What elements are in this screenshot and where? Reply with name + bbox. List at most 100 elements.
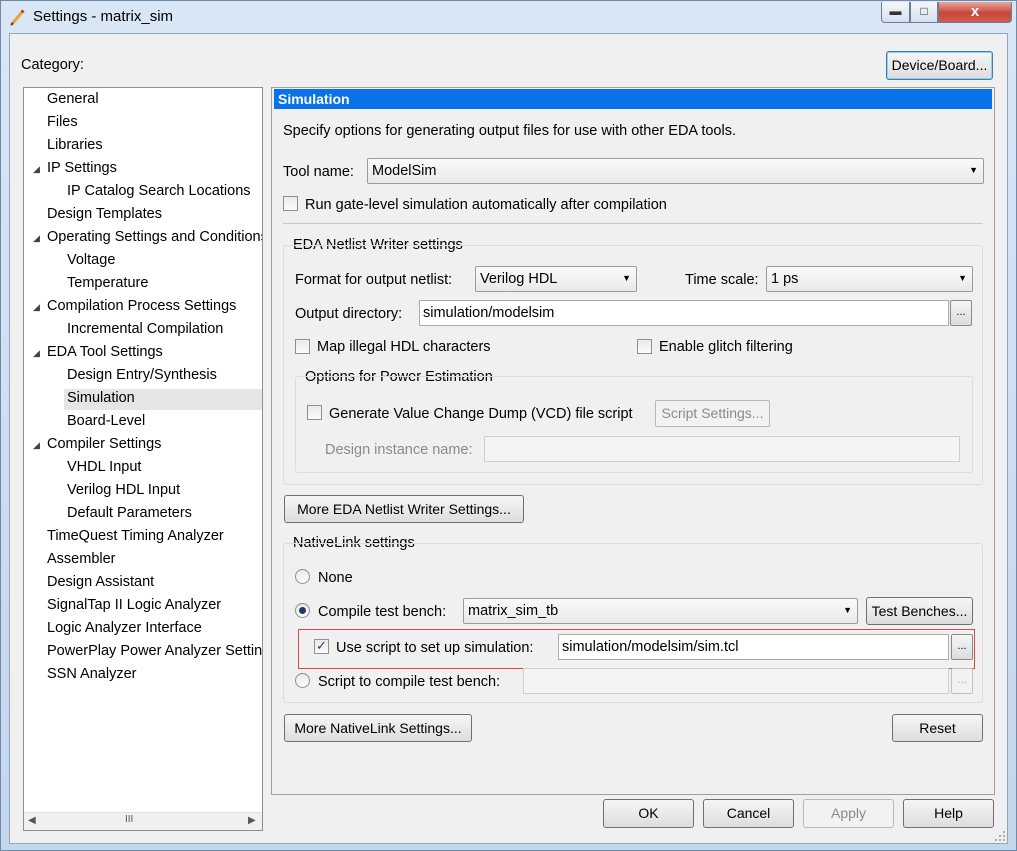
apply-button[interactable]: Apply bbox=[803, 799, 894, 828]
output-dir-input[interactable]: simulation/modelsim bbox=[419, 300, 949, 326]
tree-item[interactable]: Operating Settings and Conditions bbox=[47, 229, 262, 245]
tree-item[interactable]: Voltage bbox=[67, 252, 115, 268]
use-script-browse-button[interactable]: ... bbox=[951, 634, 973, 660]
use-script-label: Use script to set up simulation: bbox=[336, 640, 534, 656]
scroll-right-icon[interactable]: ▶ bbox=[248, 815, 256, 826]
tree-item[interactable]: Libraries bbox=[47, 137, 103, 153]
title-bar[interactable]: Settings - matrix_sim ▬ □ x bbox=[1, 1, 1016, 33]
tree-item[interactable]: IP Settings bbox=[47, 160, 117, 176]
tree-item[interactable]: Design Templates bbox=[47, 206, 162, 222]
tree-item[interactable]: Default Parameters bbox=[67, 505, 192, 521]
test-benches-button[interactable]: Test Benches... bbox=[866, 597, 973, 625]
category-label: Category: bbox=[21, 57, 84, 73]
use-script-input[interactable]: simulation/modelsim/sim.tcl bbox=[558, 634, 949, 660]
window-title: Settings - matrix_sim bbox=[33, 8, 174, 25]
category-tree[interactable]: General Files Libraries ◢ IP Settings IP Cata… bbox=[23, 87, 263, 831]
vcd-checkbox[interactable] bbox=[307, 405, 322, 420]
tree-item[interactable]: Files bbox=[47, 114, 78, 130]
simulation-panel: Simulation Specify options for generatin… bbox=[271, 87, 995, 795]
tree-item[interactable]: EDA Tool Settings bbox=[47, 344, 163, 360]
script-compile-input[interactable] bbox=[523, 668, 949, 694]
output-dir-label: Output directory: bbox=[295, 306, 403, 322]
more-netlist-settings-button[interactable]: More EDA Netlist Writer Settings... bbox=[284, 495, 524, 523]
tree-item[interactable]: SignalTap II Logic Analyzer bbox=[47, 597, 221, 613]
scroll-thumb[interactable]: III bbox=[125, 814, 133, 825]
compile-tb-radio[interactable] bbox=[295, 603, 310, 618]
help-button[interactable]: Help bbox=[903, 799, 994, 828]
tree-item[interactable]: Logic Analyzer Interface bbox=[47, 620, 202, 636]
tree-item[interactable]: PowerPlay Power Analyzer Settings bbox=[47, 643, 262, 659]
design-instance-input[interactable] bbox=[484, 436, 960, 462]
tool-name-value: ModelSim bbox=[372, 163, 437, 179]
output-dir-browse-button[interactable]: ... bbox=[950, 300, 972, 326]
tree-item[interactable]: TimeQuest Timing Analyzer bbox=[47, 528, 224, 544]
chevron-down-icon: ▼ bbox=[958, 273, 967, 283]
expand-arrow-icon[interactable]: ◢ bbox=[33, 440, 40, 451]
tool-name-label: Tool name: bbox=[283, 164, 354, 180]
maximize-button[interactable]: □ bbox=[910, 2, 938, 23]
script-compile-radio[interactable] bbox=[295, 673, 310, 688]
minimize-icon: ▬ bbox=[889, 4, 902, 18]
expand-arrow-icon[interactable]: ◢ bbox=[33, 164, 40, 175]
glitch-filter-checkbox[interactable] bbox=[637, 339, 652, 354]
tree-item[interactable]: Simulation bbox=[67, 390, 135, 406]
dialog-body: Category: Device/Board... General Files Li… bbox=[9, 33, 1008, 844]
scroll-left-icon[interactable]: ◀ bbox=[28, 815, 36, 826]
ok-button[interactable]: OK bbox=[603, 799, 694, 828]
compile-tb-select[interactable]: matrix_sim_tb ▼ bbox=[463, 598, 858, 624]
close-icon: x bbox=[970, 3, 980, 20]
tree-item[interactable]: Board-Level bbox=[67, 413, 145, 429]
more-nativelink-settings-button[interactable]: More NativeLink Settings... bbox=[284, 714, 472, 742]
expand-arrow-icon[interactable]: ◢ bbox=[33, 233, 40, 244]
tree-item[interactable]: Compilation Process Settings bbox=[47, 298, 236, 314]
run-gate-level-checkbox[interactable] bbox=[283, 196, 298, 211]
map-illegal-checkbox[interactable] bbox=[295, 339, 310, 354]
resize-grip-icon[interactable] bbox=[994, 830, 1006, 842]
none-radio[interactable] bbox=[295, 569, 310, 584]
tree-item[interactable]: General bbox=[47, 91, 99, 107]
reset-button[interactable]: Reset bbox=[892, 714, 983, 742]
close-button[interactable]: x bbox=[938, 2, 1012, 23]
tree-item[interactable]: Design Entry/Synthesis bbox=[67, 367, 217, 383]
use-script-value: simulation/modelsim/sim.tcl bbox=[562, 639, 739, 655]
divider bbox=[283, 223, 983, 224]
panel-header: Simulation bbox=[274, 89, 992, 109]
expand-arrow-icon[interactable]: ◢ bbox=[33, 348, 40, 359]
map-illegal-label: Map illegal HDL characters bbox=[317, 339, 491, 355]
chevron-down-icon: ▼ bbox=[622, 273, 631, 283]
compile-tb-value: matrix_sim_tb bbox=[468, 603, 559, 619]
cancel-button[interactable]: Cancel bbox=[703, 799, 794, 828]
tree-item[interactable]: SSN Analyzer bbox=[47, 666, 136, 682]
checkmark-icon: ✓ bbox=[316, 638, 327, 653]
none-label: None bbox=[318, 570, 353, 586]
compile-tb-label: Compile test bench: bbox=[318, 604, 447, 620]
script-settings-button[interactable]: Script Settings... bbox=[655, 400, 770, 427]
tree-item[interactable]: Verilog HDL Input bbox=[67, 482, 180, 498]
run-gate-level-label: Run gate-level simulation automatically … bbox=[305, 197, 667, 213]
chevron-down-icon: ▼ bbox=[969, 165, 978, 175]
format-select[interactable]: Verilog HDL ▼ bbox=[475, 266, 637, 292]
use-script-checkbox[interactable]: ✓ bbox=[314, 639, 329, 654]
vcd-label: Generate Value Change Dump (VCD) file sc… bbox=[329, 406, 633, 422]
tree-item[interactable]: Temperature bbox=[67, 275, 148, 291]
tree-item[interactable]: IP Catalog Search Locations bbox=[67, 183, 251, 199]
time-scale-label: Time scale: bbox=[685, 272, 759, 288]
tree-item[interactable]: Assembler bbox=[47, 551, 116, 567]
device-board-button[interactable]: Device/Board... bbox=[886, 51, 993, 80]
settings-window: Settings - matrix_sim ▬ □ x Category: De… bbox=[0, 0, 1017, 851]
expand-arrow-icon[interactable]: ◢ bbox=[33, 302, 40, 313]
tree-item[interactable]: VHDL Input bbox=[67, 459, 141, 475]
horizontal-scrollbar[interactable]: ◀ III ▶ bbox=[24, 812, 262, 830]
glitch-filter-label: Enable glitch filtering bbox=[659, 339, 793, 355]
script-compile-browse-button[interactable]: ... bbox=[951, 668, 973, 694]
format-label: Format for output netlist: bbox=[295, 272, 453, 288]
panel-description: Specify options for generating output fi… bbox=[283, 123, 736, 139]
script-compile-label: Script to compile test bench: bbox=[318, 674, 501, 690]
tree-item[interactable]: Incremental Compilation bbox=[67, 321, 223, 337]
time-scale-value: 1 ps bbox=[771, 271, 799, 287]
tool-name-select[interactable]: ModelSim ▼ bbox=[367, 158, 984, 184]
minimize-button[interactable]: ▬ bbox=[881, 2, 910, 23]
tree-item[interactable]: Design Assistant bbox=[47, 574, 154, 590]
tree-item[interactable]: Compiler Settings bbox=[47, 436, 161, 452]
time-scale-select[interactable]: 1 ps ▼ bbox=[766, 266, 973, 292]
